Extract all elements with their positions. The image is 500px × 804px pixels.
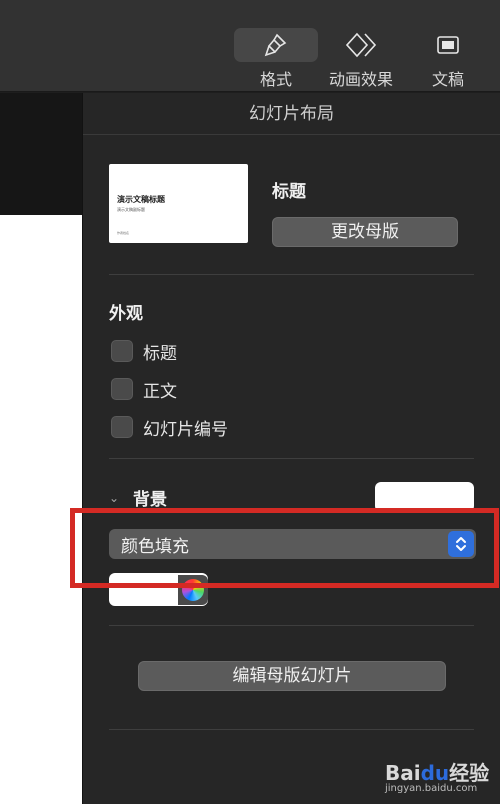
paintbrush-icon [234,28,318,62]
checkbox-label: 幻灯片编号 [143,420,228,440]
document-icon [406,28,490,62]
diamond-icon [319,28,403,62]
edit-master-slide-button[interactable]: 编辑母版幻灯片 [138,661,446,691]
divider [109,625,474,626]
thumbnail-title: 演示文稿标题 [117,195,165,204]
divider [109,729,474,730]
canvas-background [0,93,82,215]
chevron-down-icon[interactable]: ⌄ [109,491,119,505]
inspector-panel: 幻灯片布局 演示文稿标题 演示文稿副标题 作者姓名 标题 更改母版 外观 标题 … [82,93,500,804]
animation-tab[interactable]: 动画效果 [318,26,404,92]
background-heading[interactable]: 背景 [133,485,167,510]
change-master-button[interactable]: 更改母版 [272,217,458,247]
checkbox-label: 正文 [143,382,177,402]
document-tab-label: 文稿 [431,70,464,89]
thumbnail-subtitle: 演示文稿副标题 [117,207,145,212]
watermark-logo: Baidu经验 [385,761,490,785]
checkbox-label: 标题 [143,344,177,364]
highlight-annotation [70,508,499,588]
divider [109,458,474,459]
watermark-url: jingyan.baidu.com [385,783,478,794]
document-tab[interactable]: 文稿 [412,26,484,92]
divider [109,274,474,275]
checkbox[interactable] [111,340,133,362]
checkbox[interactable] [111,416,133,438]
toolbar: 格式 动画效果 文稿 [0,0,500,92]
layout-thumbnail[interactable]: 演示文稿标题 演示文稿副标题 作者姓名 [109,164,248,243]
format-tab[interactable]: 格式 [234,26,318,92]
animation-tab-label: 动画效果 [328,70,393,89]
format-tab-label: 格式 [259,70,292,89]
appearance-heading: 外观 [109,304,143,324]
thumbnail-footer: 作者姓名 [117,231,130,235]
layout-name: 标题 [272,182,306,202]
baidu-watermark: Baidu经验 jingyan.baidu.com [385,757,495,801]
inspector-title: 幻灯片布局 [83,93,500,135]
checkbox[interactable] [111,378,133,400]
